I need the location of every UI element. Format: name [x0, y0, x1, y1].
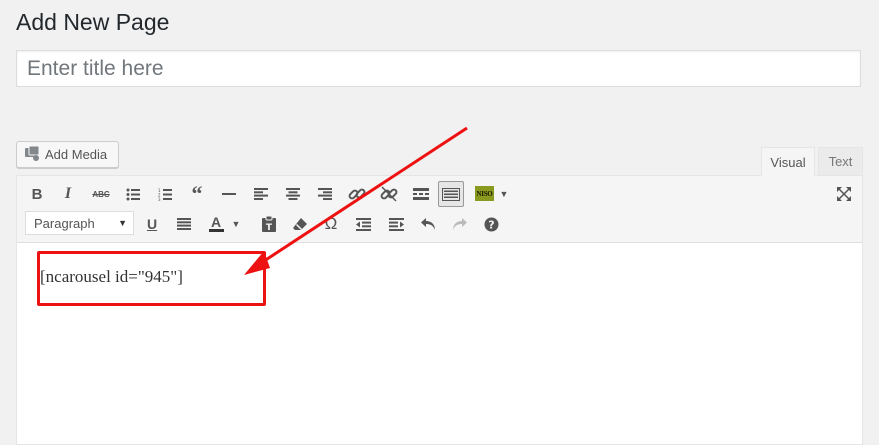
tab-visual[interactable]: Visual — [761, 147, 815, 176]
annotation-arrow — [244, 126, 468, 275]
